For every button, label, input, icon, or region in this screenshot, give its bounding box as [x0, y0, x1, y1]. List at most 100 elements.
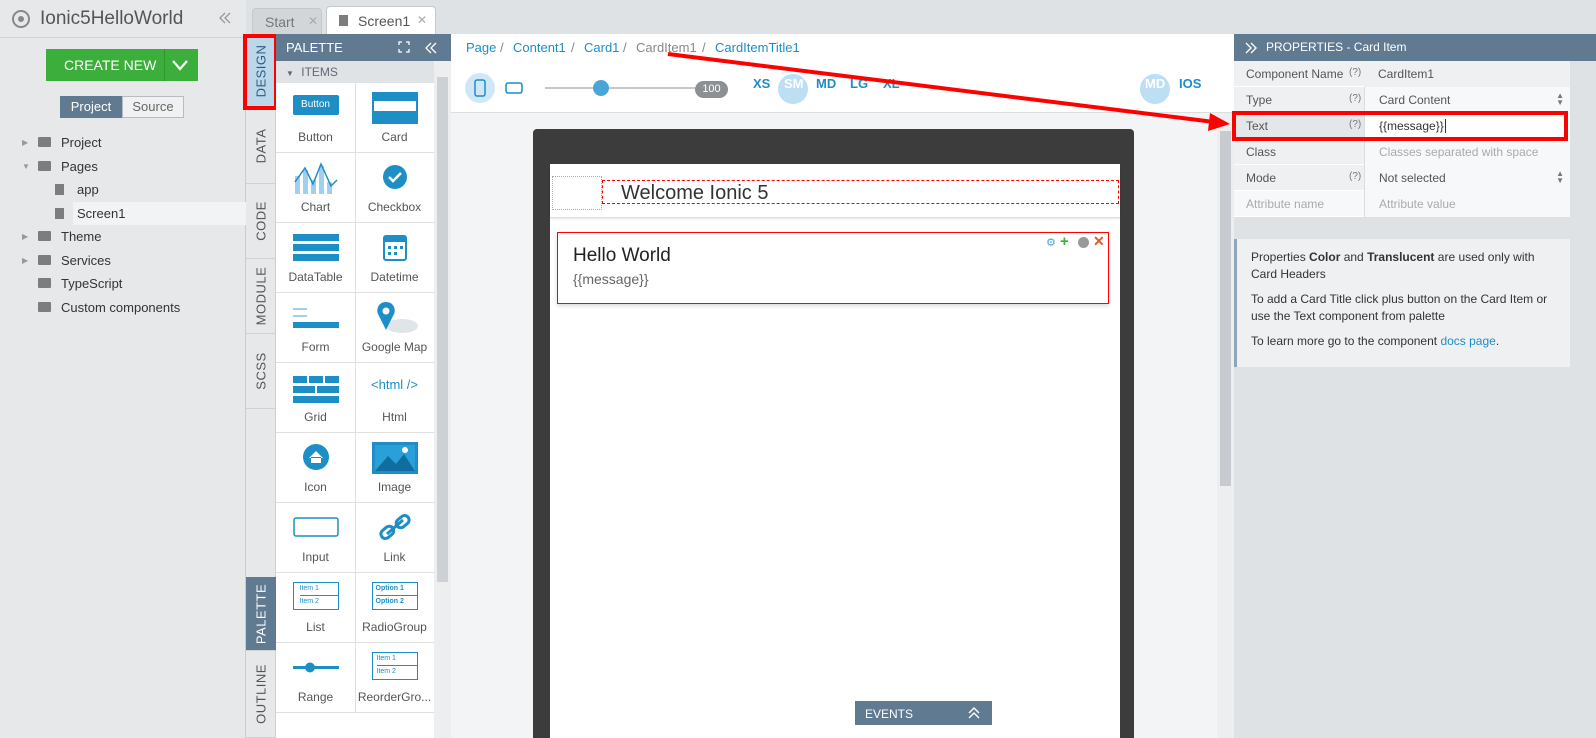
palette-item-datetime[interactable]: Datetime: [355, 223, 434, 293]
breakpoint-xs[interactable]: XS: [753, 76, 770, 91]
more-icon[interactable]: [1078, 237, 1089, 248]
palette-item-reordergroup[interactable]: Item 1 Item 2 ReorderGro...: [355, 643, 434, 713]
docs-link[interactable]: docs page: [1440, 334, 1495, 348]
delete-icon[interactable]: ✕: [1093, 233, 1105, 250]
prop-type: Type (?) Card Content ▲ ▼: [1234, 87, 1570, 113]
canvas-toolbar: 100 XS SM MD LG XL MD IOS: [451, 61, 1234, 113]
breadcrumb-card1[interactable]: Card1: [584, 34, 619, 61]
palette-scrollbar[interactable]: [434, 61, 451, 738]
add-icon[interactable]: +: [1060, 233, 1069, 250]
expand-icon[interactable]: [398, 41, 410, 53]
tab-scss[interactable]: SCSS: [246, 334, 276, 409]
ion-header[interactable]: Welcome Ionic 5: [550, 164, 1120, 218]
folder-icon: [38, 302, 51, 312]
palette-item-image[interactable]: Image: [355, 433, 434, 503]
breakpoint-md[interactable]: MD: [816, 76, 836, 91]
map-pin-icon: [376, 302, 418, 333]
mode-md[interactable]: MD: [1145, 76, 1165, 91]
palette-item-link[interactable]: Link: [355, 503, 434, 573]
palette-item-checkbox[interactable]: Checkbox: [355, 153, 434, 223]
palette-section-items[interactable]: ▼ ITEMS: [276, 61, 434, 83]
checkbox-icon: [382, 165, 407, 189]
breadcrumb-page[interactable]: Page: [466, 34, 496, 61]
tab-module[interactable]: MODULE: [246, 259, 276, 334]
palette-item-datatable[interactable]: DataTable: [276, 223, 356, 293]
tab-outline[interactable]: OUTLINE: [246, 651, 276, 738]
breakpoint-xl[interactable]: XL: [883, 76, 900, 91]
tree-item-project[interactable]: ▶ Project: [0, 131, 246, 154]
tree-item-services[interactable]: ▶ Services: [0, 249, 246, 272]
palette-item-card[interactable]: Card: [355, 83, 434, 153]
zoom-slider[interactable]: [545, 87, 695, 89]
tree-item-screen1[interactable]: Screen1: [0, 202, 246, 225]
attribute-name-field[interactable]: Attribute name: [1246, 197, 1324, 211]
breadcrumb-content1[interactable]: Content1: [513, 34, 566, 61]
attribute-value-field[interactable]: Attribute value: [1364, 191, 1570, 217]
breadcrumb: Page / Content1 / Card1 / CardItem1 / Ca…: [451, 34, 1234, 61]
tab-start[interactable]: Start ✕: [252, 8, 322, 34]
palette-item-range[interactable]: Range: [276, 643, 356, 713]
palette-item-radiogroup[interactable]: Option 1 Option 2 RadioGroup: [355, 573, 434, 643]
close-icon[interactable]: ✕: [308, 14, 318, 28]
tree-item-theme[interactable]: ▶ Theme: [0, 225, 246, 248]
collapse-palette-icon[interactable]: [424, 42, 438, 54]
html-icon: <html />: [371, 377, 418, 392]
source-tab[interactable]: Source: [122, 96, 184, 118]
type-select[interactable]: Card Content ▲ ▼: [1364, 87, 1570, 113]
button-icon: Button: [292, 95, 339, 115]
mode-ios[interactable]: IOS: [1179, 76, 1201, 91]
breakpoint-lg[interactable]: LG: [850, 76, 868, 91]
tab-palette[interactable]: PALETTE: [246, 577, 276, 651]
tree-item-custom-components[interactable]: Custom components: [0, 296, 246, 319]
tablet-landscape-icon[interactable]: [505, 81, 523, 95]
class-field[interactable]: Classes separated with space: [1364, 139, 1570, 165]
palette-item-google-map[interactable]: Google Map: [355, 293, 434, 363]
mode-select[interactable]: Not selected ▲ ▼: [1364, 165, 1570, 191]
zoom-slider-handle[interactable]: [593, 80, 609, 96]
help-icon[interactable]: (?): [1349, 93, 1361, 104]
palette-item-list[interactable]: Item 1 Item 2 List: [276, 573, 356, 643]
header-buttons-placeholder[interactable]: [552, 176, 602, 210]
palette-item-form[interactable]: Form: [276, 293, 356, 363]
tree-item-pages[interactable]: ▼ Pages: [0, 155, 246, 178]
create-new-label: CREATE NEW: [64, 57, 157, 73]
datatable-icon: [292, 234, 339, 261]
expand-right-icon[interactable]: [1244, 42, 1258, 54]
palette-item-html[interactable]: <html /> Html: [355, 363, 434, 433]
header-title-box[interactable]: Welcome Ionic 5: [602, 180, 1119, 204]
help-icon[interactable]: (?): [1349, 67, 1361, 78]
tab-code[interactable]: CODE: [246, 184, 276, 259]
settings-icon[interactable]: ⚙: [1046, 236, 1056, 249]
tree-item-app[interactable]: app: [0, 178, 246, 201]
create-new-button[interactable]: CREATE NEW: [46, 49, 198, 81]
collapse-left-icon[interactable]: [218, 12, 232, 24]
canvas-scrollbar[interactable]: [1217, 113, 1234, 738]
close-icon[interactable]: ✕: [417, 13, 427, 27]
text-row-highlight: [1232, 111, 1568, 141]
zoom-value: 100: [695, 81, 728, 98]
card-item[interactable]: Hello World {{message}} ⚙ + ✕: [557, 232, 1109, 304]
component-name-field[interactable]: CardItem1: [1364, 61, 1570, 87]
tree-item-typescript[interactable]: TypeScript: [0, 272, 246, 295]
palette-item-icon[interactable]: Icon: [276, 433, 356, 503]
palette-item-grid[interactable]: Grid: [276, 363, 356, 433]
file-icon: [55, 208, 64, 219]
help-icon[interactable]: (?): [1349, 171, 1361, 182]
palette-header: PALETTE: [276, 34, 451, 61]
tab-data[interactable]: DATA: [246, 109, 276, 184]
phone-view-button[interactable]: [465, 73, 495, 103]
file-icon: [55, 184, 64, 195]
breakpoint-sm[interactable]: SM: [784, 76, 804, 91]
breadcrumb-carditemtitle1[interactable]: CardItemTitle1: [715, 34, 800, 61]
breadcrumb-carditem1: CardItem1: [636, 40, 697, 55]
events-panel-toggle[interactable]: EVENTS: [855, 701, 992, 725]
properties-info: Properties Color and Translucent are use…: [1234, 239, 1570, 367]
tab-screen1[interactable]: Screen1 ✕: [326, 6, 436, 34]
project-tab[interactable]: Project: [60, 96, 122, 118]
palette-item-chart[interactable]: Chart: [276, 153, 356, 223]
radio-icon: Option 1 Option 2: [371, 582, 418, 610]
palette-item-input[interactable]: Input: [276, 503, 356, 573]
chevron-down-icon[interactable]: [172, 59, 188, 71]
app-header: Ionic5HelloWorld: [0, 0, 246, 38]
palette-item-button[interactable]: Button Button: [276, 83, 356, 153]
